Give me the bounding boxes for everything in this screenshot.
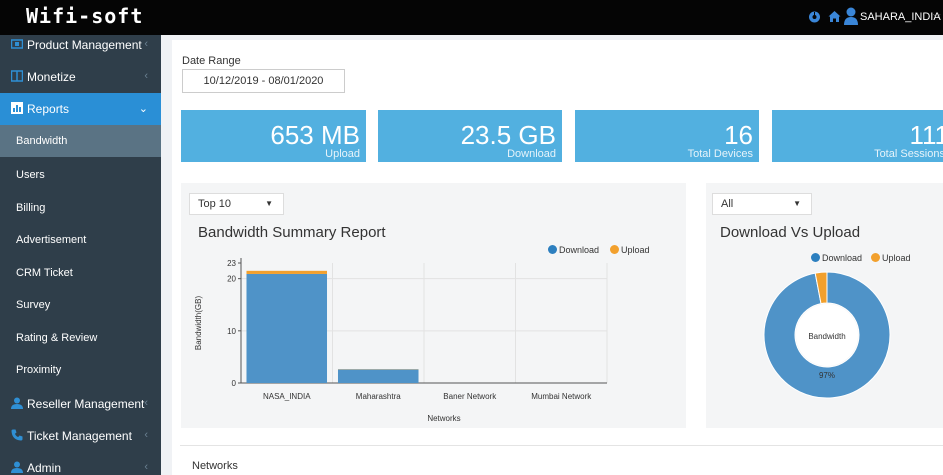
stat-caption: Total Sessions <box>874 148 943 160</box>
home-icon[interactable] <box>828 10 841 26</box>
chevron-left-icon: ‹ <box>144 397 148 409</box>
submenu-item-proximity[interactable]: Proximity <box>0 354 161 386</box>
sidebar-item-reports[interactable]: Reports ⌄ <box>0 93 161 125</box>
columns-icon <box>10 70 24 82</box>
user-icon <box>11 461 23 473</box>
sidebar-item-label: Reseller Management <box>27 397 145 411</box>
submenu-label: Survey <box>16 299 51 311</box>
sidebar-item-label: Monetize <box>27 70 76 84</box>
sidebar-item-label: Admin <box>27 461 62 475</box>
stat-value: 23.5 GB <box>460 120 556 150</box>
stat-value: 653 MB <box>270 120 360 150</box>
top-bar: Wifi-soft SAHARA_INDIA ⌵ <box>0 0 943 35</box>
app-logo[interactable]: Wifi-soft <box>26 4 143 28</box>
submenu-item-users[interactable]: Users <box>0 159 161 191</box>
submenu-item-billing[interactable]: Billing <box>0 192 161 224</box>
x-tick-label: Baner Network <box>443 392 497 401</box>
stat-caption: Download <box>507 148 556 160</box>
chevron-left-icon: ‹ <box>144 461 148 473</box>
submenu-label: CRM Ticket <box>16 267 73 279</box>
phone-icon <box>11 429 23 441</box>
chevron-left-icon: ‹ <box>144 429 148 441</box>
user-name[interactable]: SAHARA_INDIA <box>860 11 941 23</box>
bar-download <box>246 273 328 383</box>
x-tick-label: NASA_INDIA <box>263 392 311 401</box>
download-vs-upload-panel: All ▼ Download Vs Upload Download Upload… <box>706 183 943 428</box>
donut-center-label: Bandwidth <box>808 332 845 341</box>
bar-upload <box>246 270 328 274</box>
submenu-label: Rating & Review <box>16 332 98 344</box>
sidebar-item-reseller-management[interactable]: Reseller Management ‹ <box>0 388 161 420</box>
submenu-item-bandwidth[interactable]: Bandwidth <box>0 125 161 157</box>
stat-card-total-sessions: 111 Total Sessions <box>772 110 943 162</box>
submenu-item-survey[interactable]: Survey <box>0 289 161 321</box>
user-icon[interactable] <box>844 7 858 28</box>
submenu-label: Advertisement <box>16 234 87 246</box>
sidebar: Product Management ‹ Monetize ‹ Reports … <box>0 35 161 475</box>
stat-caption: Total Devices <box>687 148 753 160</box>
stat-card-download: 23.5 GB Download <box>378 110 562 162</box>
bandwidth-bar-chart: 0 10 20 23 NASA_INDIA Maharashtra Baner Networ… <box>194 258 608 423</box>
y-tick-label: 10 <box>227 327 236 336</box>
donut-percent-label: 97% <box>819 371 835 380</box>
submenu-label: Users <box>16 169 45 181</box>
chevron-left-icon: ‹ <box>144 70 148 82</box>
submenu-item-rating-review[interactable]: Rating & Review <box>0 322 161 354</box>
submenu-label: Bandwidth <box>16 135 68 147</box>
bandwidth-summary-panel: Top 10 ▼ Bandwidth Summary Report Downlo… <box>181 183 686 428</box>
submenu-label: Billing <box>16 202 46 214</box>
x-tick-label: Mumbai Network <box>531 392 592 401</box>
submenu-item-crm-ticket[interactable]: CRM Ticket <box>0 257 161 289</box>
bar-chart-icon <box>11 102 23 114</box>
sidebar-item-ticket-management[interactable]: Ticket Management ‹ <box>0 420 161 452</box>
x-axis-title: Networks <box>427 414 460 423</box>
box-icon <box>10 38 24 50</box>
y-tick-label: 0 <box>232 379 237 388</box>
bar-download <box>337 369 419 383</box>
sidebar-item-product-management[interactable]: Product Management ‹ <box>0 35 161 61</box>
chevron-down-icon: ⌄ <box>138 103 148 115</box>
sidebar-item-label: Ticket Management <box>27 429 132 443</box>
chevron-down-icon[interactable]: ⌵ <box>933 10 941 21</box>
user-icon <box>11 397 23 409</box>
sidebar-item-label: Reports <box>27 102 70 116</box>
date-range-label: Date Range <box>182 55 241 67</box>
stat-value: 111 <box>909 120 943 150</box>
y-tick-label: 23 <box>227 259 236 268</box>
stat-card-total-devices: 16 Total Devices <box>575 110 759 162</box>
sidebar-item-monetize[interactable]: Monetize ‹ <box>0 61 161 93</box>
download-upload-donut-chart: Bandwidth 97% <box>763 271 891 399</box>
chevron-left-icon: ‹ <box>144 38 148 50</box>
dashboard-icon[interactable] <box>808 10 821 26</box>
sidebar-item-admin[interactable]: Admin ‹ <box>0 452 161 475</box>
x-tick-label: Maharashtra <box>356 392 401 401</box>
submenu-label: Proximity <box>16 364 62 376</box>
date-range-input[interactable]: 10/12/2019 - 08/01/2020 <box>182 69 345 93</box>
stat-caption: Upload <box>325 148 360 160</box>
main-content: Date Range 10/12/2019 - 08/01/2020 653 M… <box>172 40 943 475</box>
stat-card-upload: 653 MB Upload <box>181 110 366 162</box>
networks-section: Networks <box>180 445 943 475</box>
stat-value: 16 <box>724 120 753 150</box>
submenu-item-advertisement[interactable]: Advertisement <box>0 224 161 256</box>
y-axis-title: Bandwidth(GB) <box>194 296 203 351</box>
y-tick-label: 20 <box>227 275 236 284</box>
sidebar-item-label: Product Management <box>27 38 142 52</box>
section-title: Networks <box>192 460 238 472</box>
